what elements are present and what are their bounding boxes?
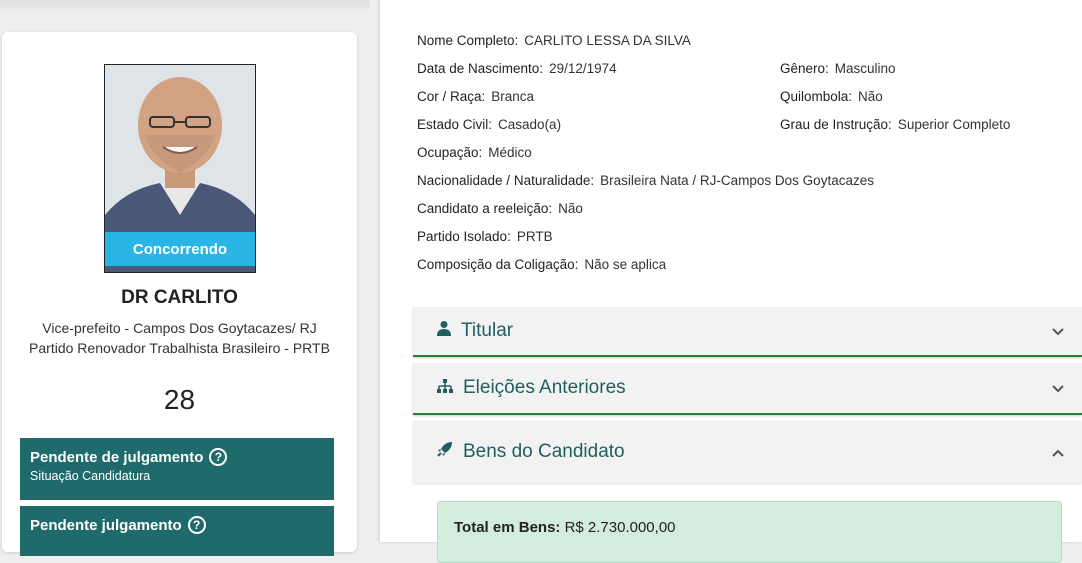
status-subtitle: Situação Candidatura <box>30 469 151 483</box>
field-genero: Gênero: Masculino <box>780 61 896 76</box>
accordion-titular[interactable]: Titular <box>413 307 1082 357</box>
candidate-party: Partido Renovador Trabalhista Brasileiro… <box>29 340 330 356</box>
accordion-eleicoes-anteriores[interactable]: Eleições Anteriores <box>413 363 1082 415</box>
bens-total-label: Total em Bens: <box>454 519 561 536</box>
field-cor-raca: Cor / Raça: Branca <box>417 89 535 104</box>
field-nome-completo: Nome Completo: CARLITO LESSA DA SILVA <box>417 33 691 48</box>
chevron-down-icon <box>1052 380 1064 396</box>
bens-total-box: Total em Bens: R$ 2.730.000,00 <box>437 501 1062 563</box>
rocket-icon <box>437 441 453 463</box>
help-icon[interactable]: ? <box>209 448 228 466</box>
field-ocupacao: Ocupação: Médico <box>417 145 532 160</box>
accordion-label: Bens do Candidato <box>463 441 625 462</box>
candidate-role: Vice-prefeito - Campos Dos Goytacazes/ R… <box>22 318 337 358</box>
field-quilombola: Quilombola: Não <box>780 89 883 104</box>
field-nacionalidade: Nacionalidade / Naturalidade: Brasileira … <box>417 173 874 188</box>
accordion-label: Eleições Anteriores <box>463 377 626 398</box>
field-estado-civil: Estado Civil: Casado(a) <box>417 117 562 132</box>
sitemap-icon <box>437 377 453 399</box>
status-chip: Concorrendo <box>105 232 255 266</box>
status-box-candidatura: Pendente de julgamento ? Situação Candid… <box>20 438 334 500</box>
top-shadow <box>0 0 370 14</box>
person-icon <box>437 320 451 342</box>
status-box-julgamento: Pendente julgamento ? <box>20 506 334 556</box>
field-composicao: Composição da Coligação: Não se aplica <box>417 257 667 272</box>
field-data-nascimento: Data de Nascimento: 29/12/1974 <box>417 61 617 76</box>
field-reeleicao: Candidato a reeleição: Não <box>417 201 583 216</box>
field-grau-instrucao: Grau de Instrução: Superior Completo <box>780 117 1011 132</box>
status-title: Pendente julgamento <box>30 516 182 534</box>
candidate-name: DR CARLITO <box>121 287 238 308</box>
candidate-number: 28 <box>163 384 196 415</box>
candidate-office: Vice-prefeito - Campos Dos Goytacazes/ R… <box>42 320 317 336</box>
accordion-bens[interactable]: Bens do Candidato <box>413 421 1082 483</box>
bens-total-value: R$ 2.730.000,00 <box>564 519 676 536</box>
accordion-label: Titular <box>461 320 514 341</box>
candidate-photo: Concorrendo <box>104 64 256 273</box>
chevron-down-icon <box>1052 323 1064 339</box>
status-title: Pendente de julgamento <box>30 448 204 466</box>
help-icon[interactable]: ? <box>187 516 206 534</box>
field-partido-isolado: Partido Isolado: PRTB <box>417 229 553 244</box>
chevron-up-icon <box>1052 444 1064 460</box>
